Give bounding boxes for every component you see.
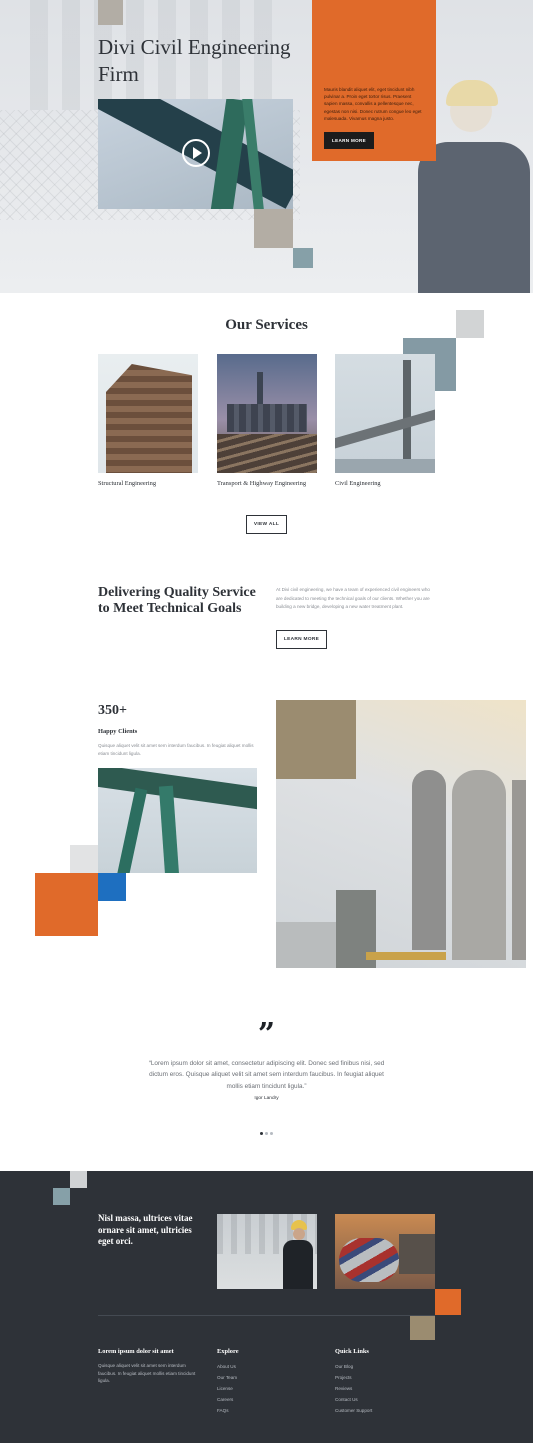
decor-square — [53, 1188, 70, 1205]
decor-square — [435, 1289, 461, 1315]
footer-link-contact-us[interactable]: Contact Us — [335, 1397, 358, 1402]
quote-icon: ” — [257, 1017, 276, 1052]
play-icon[interactable] — [182, 139, 210, 167]
decor-square — [293, 248, 313, 268]
footer-link-our-blog[interactable]: Our Blog — [335, 1364, 353, 1369]
footer-tagline: Nisl massa, ultrices vitae ornare sit am… — [98, 1213, 193, 1246]
hero-video[interactable] — [98, 99, 293, 209]
decor-square — [35, 873, 98, 936]
footer-explore-heading: Explore — [217, 1348, 239, 1355]
decor-square — [456, 310, 484, 338]
service-image-structural[interactable] — [98, 354, 198, 473]
stat-body: Quisque aliquet velit sit amet sem inter… — [98, 743, 254, 756]
service-label[interactable]: Civil Engineering — [335, 480, 435, 488]
stat-number: 350+ — [98, 703, 127, 718]
decor-square — [70, 845, 98, 873]
footer-link-reviews[interactable]: Reviews — [335, 1386, 352, 1391]
footer-link-faqs[interactable]: FAQs — [217, 1408, 229, 1413]
footer-link-careers[interactable]: Careers — [217, 1397, 233, 1402]
stat-label: Happy Clients — [98, 728, 138, 735]
hero-title: Divi Civil Engineering Firm — [98, 35, 291, 86]
service-image-civil[interactable] — [335, 354, 435, 473]
hero-learn-more-button[interactable]: LEARN MORE — [324, 132, 374, 149]
quality-title: Delivering Quality Service to Meet Techn… — [98, 585, 256, 616]
quality-learn-more-button[interactable]: LEARN MORE — [276, 630, 327, 649]
quality-body: At Divi civil engineering, we have a tea… — [276, 587, 430, 610]
view-all-button[interactable]: VIEW ALL — [246, 515, 287, 534]
footer-link-our-team[interactable]: Our Team — [217, 1375, 237, 1380]
decor-square — [410, 1315, 435, 1340]
service-image-transport[interactable] — [217, 354, 317, 473]
footer-link-customer-support[interactable]: Customer Support — [335, 1408, 372, 1413]
footer-link-license[interactable]: License — [217, 1386, 233, 1391]
footer-about-heading: Lorem ipsum dolor sit amet — [98, 1348, 174, 1355]
footer-image-mixer — [335, 1214, 435, 1289]
decor-square — [254, 209, 293, 248]
decor-square — [98, 0, 123, 25]
service-label[interactable]: Structural Engineering — [98, 480, 198, 488]
footer-image-worker — [217, 1214, 317, 1289]
footer-quick-heading: Quick Links — [335, 1348, 369, 1355]
service-label[interactable]: Transport & Highway Engineering — [217, 480, 317, 488]
hero-card-text: Mauris blandit aliquet elit, eget tincid… — [324, 87, 422, 121]
footer-divider — [98, 1315, 435, 1316]
decor-square — [70, 1171, 87, 1188]
footer-link-projects[interactable]: Projects — [335, 1375, 352, 1380]
footer-about-text: Quisque aliquet velit sit amet sem inter… — [98, 1363, 196, 1384]
slider-dot-active[interactable] — [260, 1132, 263, 1135]
decor-square — [98, 873, 126, 901]
testimonial-author: Igor Landry — [254, 1096, 279, 1101]
slider-dot[interactable] — [265, 1132, 268, 1135]
slider-dot[interactable] — [270, 1132, 273, 1135]
testimonial-text: “Lorem ipsum dolor sit amet, consectetur… — [148, 1060, 385, 1090]
services-title: Our Services — [225, 317, 308, 333]
hero-card: Mauris blandit aliquet elit, eget tincid… — [312, 0, 436, 161]
decor-square — [276, 700, 356, 779]
footer-link-about-us[interactable]: About Us — [217, 1364, 236, 1369]
stats-bridge-image — [98, 768, 257, 873]
